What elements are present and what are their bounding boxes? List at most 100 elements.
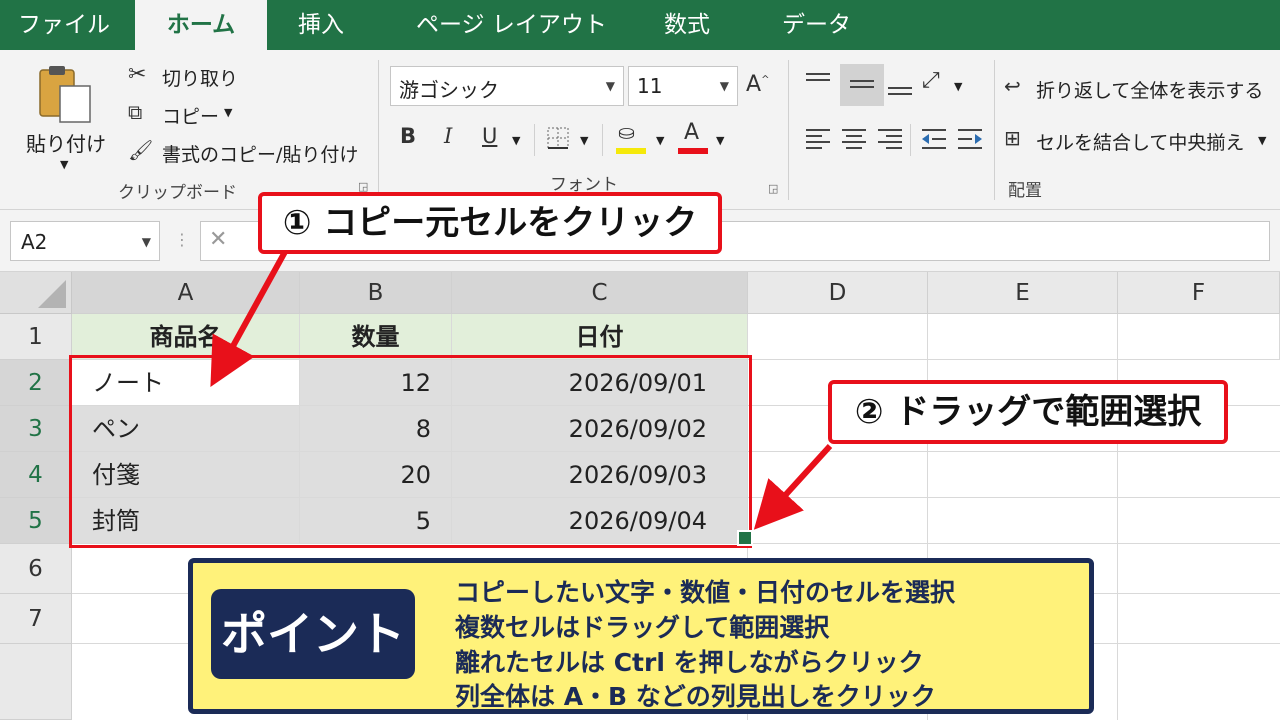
row5-empty xyxy=(748,498,1280,544)
font-name-value: 游ゴシック xyxy=(399,78,499,102)
row-header-8[interactable] xyxy=(0,644,72,720)
chevron-down-icon: ▼ xyxy=(719,79,729,93)
row-header-2[interactable]: 2 xyxy=(0,360,72,406)
font-size-value: 11 xyxy=(637,74,663,98)
point-line-3: 離れたセルは Ctrl を押しながらクリック xyxy=(455,648,924,677)
underline-button[interactable]: U xyxy=(482,126,497,147)
cell-d1[interactable] xyxy=(748,314,928,360)
tab-page-layout[interactable]: ページ レイアウト xyxy=(416,0,607,50)
font-size-select[interactable]: 11 ▼ xyxy=(628,66,738,106)
copy-button[interactable]: ⧉ コピー ▼ xyxy=(128,100,248,130)
point-badge: ポイント xyxy=(211,589,415,679)
point-line-2: 複数セルはドラッグして範囲選択 xyxy=(455,613,830,642)
selection-range xyxy=(69,355,752,548)
merge-cells-icon: ⊞ xyxy=(1004,126,1021,150)
toolbar-divider xyxy=(602,124,603,156)
toolbar-divider xyxy=(910,124,911,156)
align-left-icon[interactable] xyxy=(804,126,832,152)
fill-color-button[interactable]: ⛀ xyxy=(614,122,650,156)
wrap-text-icon: ↩ xyxy=(1004,74,1021,98)
toolbar-divider xyxy=(534,124,535,156)
column-header-f[interactable]: F xyxy=(1118,272,1280,314)
align-right-icon[interactable] xyxy=(876,126,904,152)
font-color-dropdown-icon[interactable]: ▼ xyxy=(716,134,724,147)
format-painter-label: 書式のコピー/貼り付け xyxy=(162,144,359,166)
orientation-icon[interactable]: ⤢ xyxy=(922,70,940,92)
decrease-indent-icon[interactable] xyxy=(920,126,948,152)
increase-indent-icon[interactable] xyxy=(956,126,984,152)
ribbon-home: 貼り付け ▼ ✂ 切り取り ⧉ コピー ▼ 🖌 書式のコピー/貼り付け クリップ… xyxy=(0,50,1280,210)
align-middle-icon xyxy=(850,80,874,88)
tab-data[interactable]: データ xyxy=(782,0,851,50)
fill-color-dropdown-icon[interactable]: ▼ xyxy=(656,134,664,147)
copy-dropdown-icon[interactable]: ▼ xyxy=(224,106,232,119)
column-header-e[interactable]: E xyxy=(928,272,1118,314)
paint-bucket-icon: ⛀ xyxy=(618,120,635,144)
row-header-1[interactable]: 1 xyxy=(0,314,72,360)
select-all-corner[interactable] xyxy=(0,272,72,314)
merge-center-button[interactable]: ⊞ セルを結合して中央揃え ▼ xyxy=(1004,126,1274,156)
cell-e1[interactable] xyxy=(928,314,1118,360)
cell-c1[interactable]: 日付 xyxy=(452,314,748,360)
chevron-down-icon: ▼ xyxy=(605,79,615,93)
font-color-swatch xyxy=(678,148,708,154)
tab-formulas[interactable]: 数式 xyxy=(664,0,710,50)
orientation-dropdown-icon[interactable]: ▼ xyxy=(954,80,962,93)
align-center-icon[interactable] xyxy=(840,126,868,152)
borders-dropdown-icon[interactable]: ▼ xyxy=(580,134,588,147)
align-middle-button[interactable] xyxy=(840,64,884,106)
cell-a1[interactable]: 商品名 xyxy=(72,314,300,360)
row-header-3[interactable]: 3 xyxy=(0,406,72,452)
tab-file[interactable]: ファイル xyxy=(18,0,110,50)
format-painter-button[interactable]: 🖌 書式のコピー/貼り付け xyxy=(128,138,368,168)
row-header-6[interactable]: 6 xyxy=(0,544,72,594)
point-line-1: コピーしたい文字・数値・日付のセルを選択 xyxy=(455,578,956,607)
fill-handle[interactable] xyxy=(737,530,753,546)
increase-font-size-icon[interactable]: A^ xyxy=(746,74,769,96)
cancel-icon[interactable]: ✕ xyxy=(209,227,227,252)
font-color-glyph: A xyxy=(684,120,700,145)
column-header-d[interactable]: D xyxy=(748,272,928,314)
cut-button[interactable]: ✂ 切り取り xyxy=(128,62,248,92)
cell-f1[interactable] xyxy=(1118,314,1280,360)
column-header-c[interactable]: C xyxy=(452,272,748,314)
row-header-7[interactable]: 7 xyxy=(0,594,72,644)
tab-insert[interactable]: 挿入 xyxy=(298,0,344,50)
column-header-a[interactable]: A xyxy=(72,272,300,314)
font-launcher-icon[interactable]: ◲ xyxy=(768,182,778,195)
merge-center-label: セルを結合して中央揃え xyxy=(1036,132,1245,154)
callout-step1: ① コピー元セルをクリック xyxy=(258,192,722,254)
merge-dropdown-icon[interactable]: ▼ xyxy=(1258,134,1266,147)
clipboard-group-label: クリップボード xyxy=(118,183,237,203)
name-box[interactable]: A2 ▼ xyxy=(10,221,160,261)
paste-label: 貼り付け xyxy=(26,132,106,156)
chevron-down-icon: ▼ xyxy=(141,235,151,249)
paste-button[interactable]: 貼り付け ▼ xyxy=(22,62,110,182)
cell-b1[interactable]: 数量 xyxy=(300,314,452,360)
italic-button[interactable]: I xyxy=(444,126,452,147)
fill-color-swatch xyxy=(616,148,646,154)
tab-home[interactable]: ホーム xyxy=(135,0,267,50)
column-header-b[interactable]: B xyxy=(300,272,452,314)
align-bottom-icon[interactable] xyxy=(886,74,914,98)
font-color-button[interactable]: A xyxy=(676,122,712,156)
format-painter-icon: 🖌 xyxy=(128,138,154,162)
row-header-4[interactable]: 4 xyxy=(0,452,72,498)
wrap-text-button[interactable]: ↩ 折り返して全体を表示する xyxy=(1004,74,1274,104)
align-top-icon[interactable] xyxy=(804,70,832,94)
copy-icon: ⧉ xyxy=(128,100,143,124)
point-line-4: 列全体は A・B などの列見出しをクリック xyxy=(455,682,936,711)
row-header-5[interactable]: 5 xyxy=(0,498,72,544)
borders-icon[interactable] xyxy=(546,126,570,150)
underline-dropdown-icon[interactable]: ▼ xyxy=(512,134,520,147)
select-all-icon xyxy=(38,280,66,308)
point-box: ポイント コピーしたい文字・数値・日付のセルを選択 複数セルはドラッグして範囲選… xyxy=(188,558,1094,714)
cut-label: 切り取り xyxy=(162,68,239,90)
scissors-icon: ✂ xyxy=(128,62,147,87)
paste-icon xyxy=(39,66,91,123)
paste-dropdown-icon[interactable]: ▼ xyxy=(60,158,68,171)
alignment-group-label: 配置 xyxy=(1008,181,1042,201)
group-divider xyxy=(378,60,379,200)
font-name-select[interactable]: 游ゴシック ▼ xyxy=(390,66,624,106)
bold-button[interactable]: B xyxy=(400,126,416,147)
